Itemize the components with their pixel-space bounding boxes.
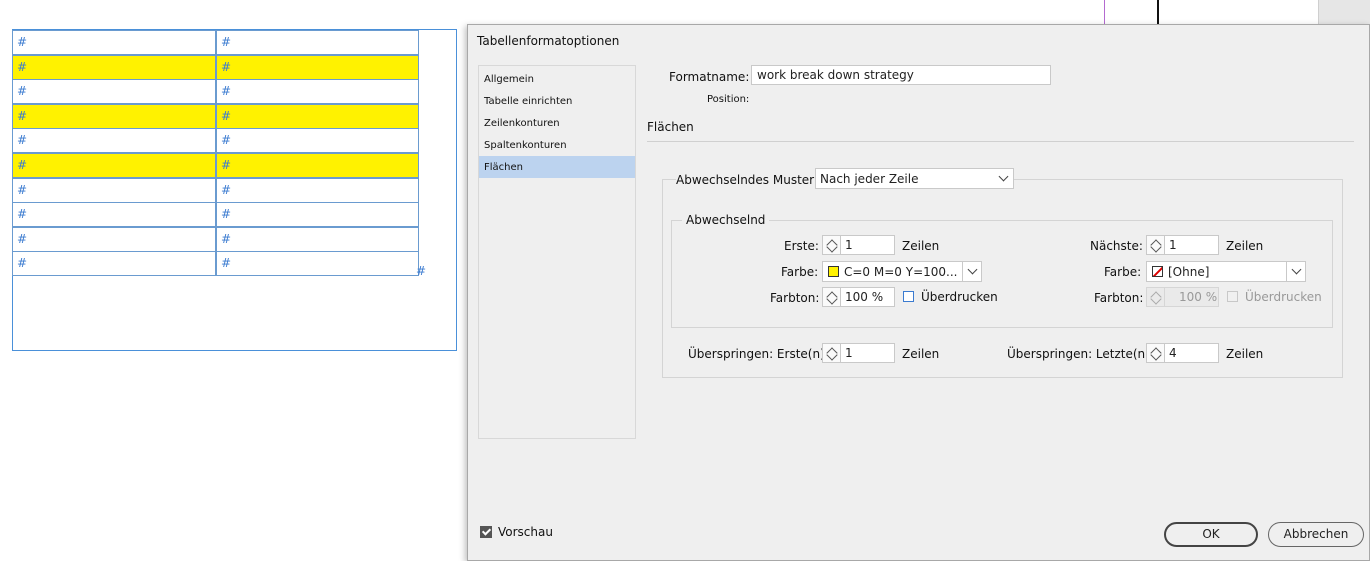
- preview-checkbox[interactable]: [480, 526, 492, 538]
- first-count-label: Erste:: [784, 239, 819, 253]
- first-color-select[interactable]: C=0 M=0 Y=100...: [822, 261, 982, 282]
- skip-first-field[interactable]: 1: [841, 343, 895, 363]
- table-cell[interactable]: #: [216, 153, 419, 178]
- skip-first-label: Überspringen: Erste(n): [688, 347, 825, 361]
- next-tint-stepper: 100 %: [1146, 287, 1220, 307]
- panel-strip: [1318, 0, 1370, 24]
- chevron-down-icon: [1291, 264, 1302, 275]
- formatname-label: Formatname:: [669, 70, 750, 84]
- none-swatch-icon: [1152, 266, 1163, 277]
- nav-item-label: Zeilenkonturen: [484, 118, 560, 129]
- skip-last-stepper[interactable]: 4: [1146, 343, 1220, 363]
- yellow-swatch-icon: [828, 266, 839, 277]
- table-cell[interactable]: #: [12, 202, 216, 227]
- alternating-legend: Abwechselnd: [682, 213, 770, 227]
- cancel-button[interactable]: Abbrechen: [1268, 522, 1364, 547]
- nav-item-flaechen[interactable]: Flächen: [479, 156, 635, 178]
- next-count-field[interactable]: 1: [1165, 235, 1219, 255]
- preview-label: Vorschau: [498, 525, 553, 539]
- first-count-field[interactable]: 1: [841, 235, 895, 255]
- next-color-value: [Ohne]: [1168, 265, 1210, 279]
- table-style-options-dialog: Tabellenformatoptionen Allgemein Tabelle…: [467, 24, 1370, 561]
- first-color-label: Farbe:: [781, 265, 819, 279]
- next-color-select[interactable]: [Ohne]: [1146, 261, 1306, 282]
- first-count-unit: Zeilen: [902, 239, 940, 253]
- next-tint-field: 100 %: [1165, 287, 1219, 307]
- nav-item-label: Tabelle einrichten: [484, 96, 573, 107]
- next-color-label: Farbe:: [1104, 265, 1142, 279]
- table-cell[interactable]: #: [216, 178, 419, 203]
- formatname-input[interactable]: work break down strategy: [751, 65, 1051, 85]
- next-count-stepper[interactable]: 1: [1146, 235, 1220, 255]
- table-cell[interactable]: #: [12, 128, 216, 153]
- next-count-label: Nächste:: [1090, 239, 1143, 253]
- position-label: Position:: [707, 94, 750, 105]
- table-cell[interactable]: #: [216, 251, 419, 276]
- table-cell[interactable]: #: [12, 153, 216, 178]
- table-cell[interactable]: #: [216, 104, 419, 129]
- skip-last-label: Überspringen: Letzte(n): [1007, 347, 1150, 361]
- table-cell[interactable]: #: [216, 30, 419, 55]
- next-count-unit: Zeilen: [1226, 239, 1264, 253]
- table-cell[interactable]: #: [12, 55, 216, 80]
- first-count-stepper[interactable]: 1: [822, 235, 896, 255]
- stepper-arrows-icon[interactable]: [822, 235, 841, 255]
- table-cell[interactable]: #: [12, 251, 216, 276]
- first-overprint-checkbox[interactable]: [903, 291, 914, 302]
- nav-item-spaltenkonturen[interactable]: Spaltenkonturen: [479, 134, 635, 156]
- first-tint-stepper[interactable]: 100 %: [822, 287, 896, 307]
- skip-first-unit: Zeilen: [902, 347, 940, 361]
- nav-item-tabelle-einrichten[interactable]: Tabelle einrichten: [479, 90, 635, 112]
- stepper-arrows-icon[interactable]: [822, 287, 841, 307]
- guide-line: [1104, 0, 1105, 24]
- table-cell[interactable]: #: [216, 128, 419, 153]
- skip-last-field[interactable]: 4: [1165, 343, 1219, 363]
- first-tint-label: Farbton:: [770, 291, 820, 305]
- nav-item-label: Flächen: [484, 162, 523, 173]
- table-cell[interactable]: #: [12, 79, 216, 104]
- table-cell[interactable]: #: [12, 30, 216, 55]
- stepper-arrows-icon[interactable]: [1146, 343, 1165, 363]
- first-color-value: C=0 M=0 Y=100...: [844, 265, 958, 279]
- table-cell[interactable]: #: [12, 178, 216, 203]
- first-tint-field[interactable]: 100 %: [841, 287, 895, 307]
- ok-button[interactable]: OK: [1164, 522, 1258, 547]
- page-edge: [1157, 0, 1159, 24]
- chevron-down-icon: [967, 264, 978, 275]
- pattern-select-value: Nach jeder Zeile: [820, 172, 919, 186]
- stepper-arrows-icon[interactable]: [822, 343, 841, 363]
- overset-marker: #: [416, 264, 427, 278]
- table-cell[interactable]: #: [216, 55, 419, 80]
- pattern-label: Abwechselndes Muster:: [676, 173, 821, 187]
- skip-last-unit: Zeilen: [1226, 347, 1264, 361]
- first-overprint-label: Überdrucken: [921, 290, 998, 304]
- nav-item-label: Spaltenkonturen: [484, 140, 567, 151]
- skip-first-stepper[interactable]: 1: [822, 343, 896, 363]
- table-cell[interactable]: #: [216, 79, 419, 104]
- next-tint-label: Farbton:: [1094, 291, 1144, 305]
- next-overprint-label: Überdrucken: [1245, 290, 1322, 304]
- divider: [647, 141, 1354, 142]
- stepper-arrows-icon[interactable]: [1146, 235, 1165, 255]
- nav-item-allgemein[interactable]: Allgemein: [479, 68, 635, 90]
- nav-item-label: Allgemein: [484, 74, 534, 85]
- table-cell[interactable]: #: [216, 202, 419, 227]
- dialog-title: Tabellenformatoptionen: [477, 34, 620, 48]
- stepper-arrows-icon: [1146, 287, 1165, 307]
- table-cell[interactable]: #: [12, 227, 216, 252]
- nav-item-zeilenkonturen[interactable]: Zeilenkonturen: [479, 112, 635, 134]
- table-cell[interactable]: #: [216, 227, 419, 252]
- table-cell[interactable]: #: [12, 104, 216, 129]
- chevron-down-icon: [998, 171, 1009, 182]
- category-list: Allgemein Tabelle einrichten Zeilenkontu…: [478, 65, 636, 439]
- section-title: Flächen: [647, 120, 694, 134]
- next-overprint-checkbox: [1227, 291, 1238, 302]
- pattern-select[interactable]: Nach jeder Zeile: [815, 168, 1014, 189]
